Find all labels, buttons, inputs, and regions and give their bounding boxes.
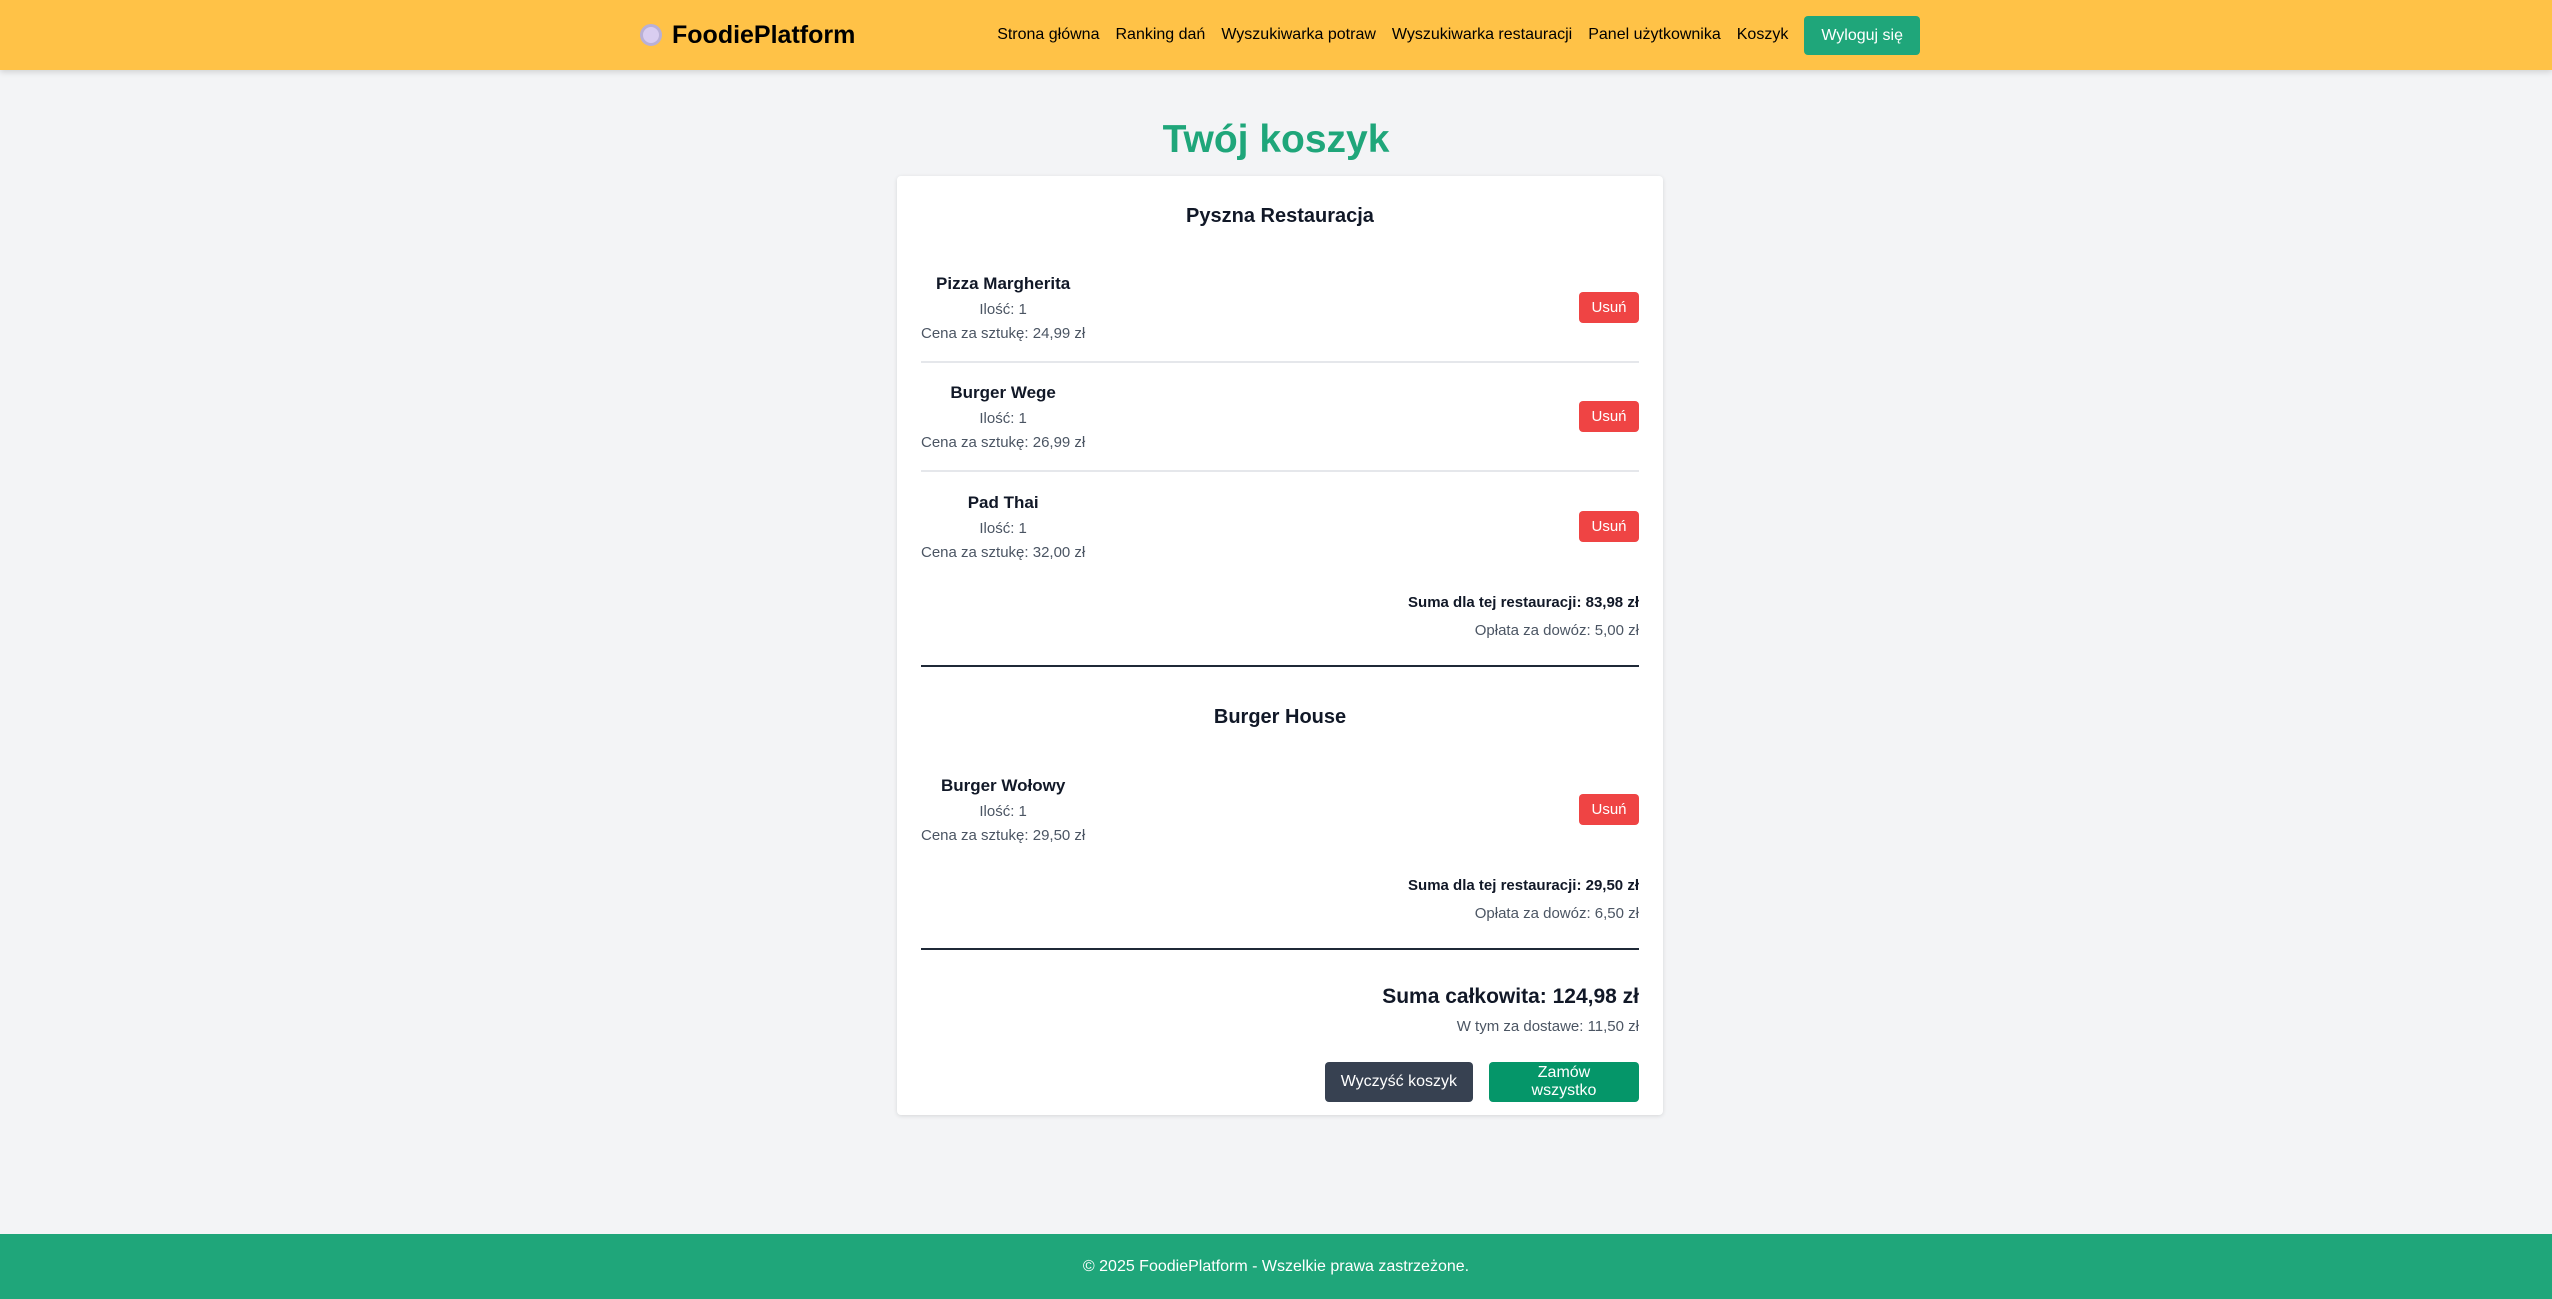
remove-button[interactable]: Usuń xyxy=(1579,292,1639,323)
restaurant-divider xyxy=(921,948,1639,950)
remove-button[interactable]: Usuń xyxy=(1579,401,1639,432)
delivery-fee: Opłata za dowóz: 6,50 zł xyxy=(1474,905,1639,922)
restaurant-name: Pyszna Restauracja xyxy=(1186,205,1374,227)
footer: © 2025 FoodiePlatform - Wszelkie prawa z… xyxy=(0,1234,2552,1299)
top-navbar: FoodiePlatform Strona główna Ranking dań… xyxy=(0,0,2552,70)
nav-home[interactable]: Strona główna xyxy=(997,26,1099,44)
delivery-fee: Opłata za dowóz: 5,00 zł xyxy=(1474,622,1639,639)
logo-text: FoodiePlatform xyxy=(672,20,856,49)
page-title: Twój koszyk xyxy=(1162,118,1390,161)
item-price: Cena za sztukę: 26,99 zł xyxy=(921,433,1086,451)
cart-item: Pad Thai Ilość: 1 Cena za sztukę: 32,00 zł… xyxy=(921,472,1639,581)
item-price: Cena za sztukę: 24,99 zł xyxy=(921,324,1086,342)
nav-dish-search[interactable]: Wyszukiwarka potraw xyxy=(1221,26,1376,44)
cart-item: Burger Wege Ilość: 1 Cena za sztukę: 26,99… xyxy=(921,363,1639,472)
item-qty: Ilość: 1 xyxy=(979,409,1027,427)
restaurant-name: Burger House xyxy=(1213,706,1347,728)
remove-button[interactable]: Usuń xyxy=(1579,511,1639,542)
logout-button[interactable]: Wyloguj się xyxy=(1804,15,1920,55)
item-name: Burger Wołowy xyxy=(940,775,1066,795)
item-price: Cena za sztukę: 29,50 zł xyxy=(921,826,1086,844)
item-name: Burger Wege xyxy=(950,382,1056,402)
restaurant-subtotal: Suma dla tej restauracji: 83,98 zł xyxy=(1408,594,1639,611)
main-nav: Strona główna Ranking dań Wyszukiwarka p… xyxy=(997,15,1920,55)
restaurant-subtotal: Suma dla tej restauracji: 29,50 zł xyxy=(1408,877,1639,894)
nav-restaurant-search[interactable]: Wyszukiwarka restauracji xyxy=(1392,26,1572,44)
grand-total: Suma całkowita: 124,98 zł xyxy=(1382,985,1639,1008)
item-name: Pizza Margherita xyxy=(936,273,1071,293)
plate-icon xyxy=(640,24,662,46)
order-all-button[interactable]: Zamów wszystko xyxy=(1489,1062,1639,1102)
nav-ranking[interactable]: Ranking dań xyxy=(1115,26,1205,44)
clear-cart-button[interactable]: Wyczyść koszyk xyxy=(1324,1062,1473,1102)
item-qty: Ilość: 1 xyxy=(979,519,1027,537)
delivery-total: W tym za dostawe: 11,50 zł xyxy=(1456,1018,1639,1035)
nav-cart[interactable]: Koszyk xyxy=(1737,26,1789,44)
cart-card: Pyszna Restauracja Pizza Margherita Ilość… xyxy=(897,176,1663,1115)
logo[interactable]: FoodiePlatform xyxy=(640,21,855,50)
nav-user-panel[interactable]: Panel użytkownika xyxy=(1588,26,1721,44)
item-price: Cena za sztukę: 32,00 zł xyxy=(921,543,1086,561)
item-qty: Ilość: 1 xyxy=(979,802,1027,820)
remove-button[interactable]: Usuń xyxy=(1579,794,1639,825)
cart-item: Pizza Margherita Ilość: 1 Cena za sztukę: … xyxy=(921,254,1639,363)
item-qty: Ilość: 1 xyxy=(979,300,1027,318)
cart-item: Burger Wołowy Ilość: 1 Cena za sztukę: 29,… xyxy=(921,755,1639,864)
item-name: Pad Thai xyxy=(967,492,1039,512)
